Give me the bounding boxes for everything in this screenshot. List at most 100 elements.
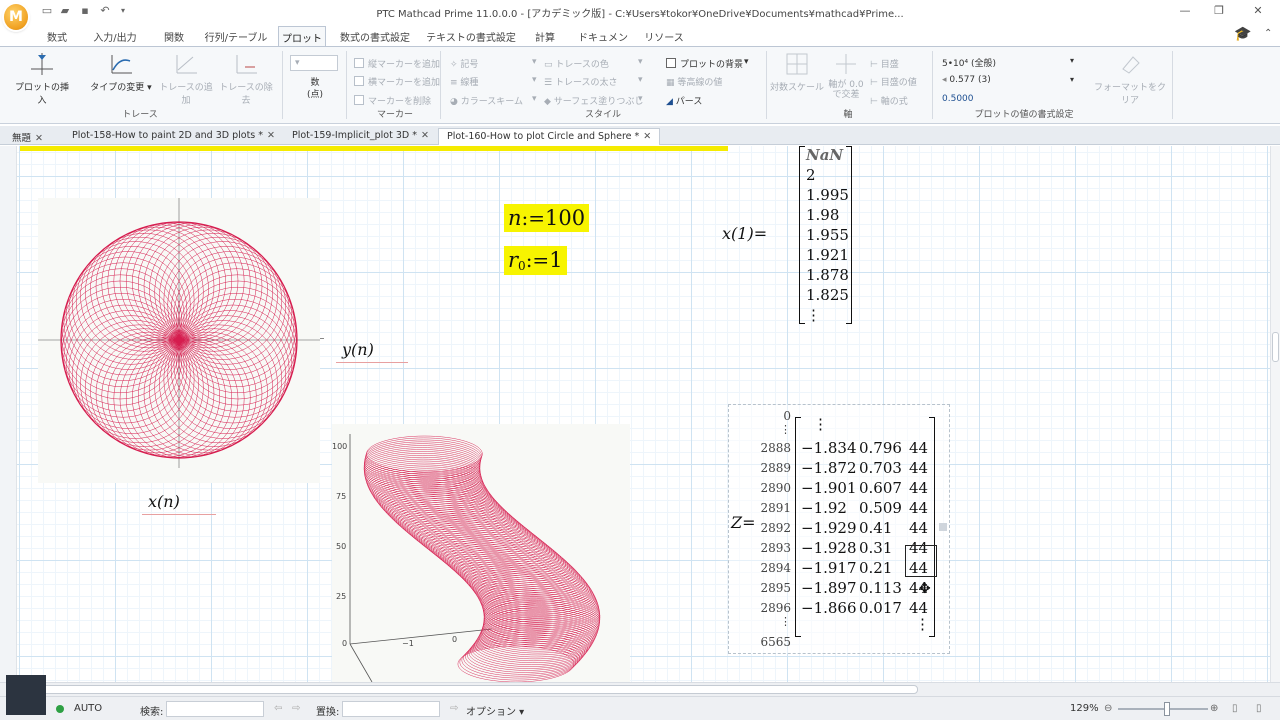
- collapse-ribbon-icon[interactable]: ⌃: [1264, 28, 1272, 39]
- surface-fill-button[interactable]: ◆ サーフェス塗りつぶし ▾: [544, 94, 644, 107]
- z-cell[interactable]: 0.703: [859, 459, 902, 477]
- ticks-button[interactable]: ⊢ 目盛: [870, 57, 899, 70]
- vertical-scrollbar[interactable]: [1270, 146, 1280, 682]
- z-result-region[interactable]: Z= 0 ⋮ ⋮ 6565 ⋮ ⋮ 2888 −1.834 0.796 44 2889−…: [728, 404, 950, 654]
- plot-2d[interactable]: [38, 198, 320, 483]
- close-tab-icon[interactable]: ✕: [35, 133, 43, 144]
- n-definition[interactable]: n:=100: [504, 204, 590, 232]
- add-horizontal-marker-button[interactable]: 横マーカーを追加: [354, 75, 440, 88]
- cross-at-zero-button[interactable]: 軸が 0.0 で交差: [828, 51, 864, 100]
- trace-thickness-button[interactable]: ☰ トレースの太さ ▾: [544, 75, 644, 88]
- r0-definition[interactable]: r0:=1: [504, 246, 567, 275]
- options-dropdown[interactable]: オプション ▾: [466, 703, 524, 718]
- x1-expression[interactable]: x(1)=: [722, 224, 767, 243]
- zoom-out-icon[interactable]: ⊖: [1104, 703, 1112, 714]
- tab-resources[interactable]: リソース: [642, 26, 686, 46]
- search-previous-icon[interactable]: ⇦: [274, 703, 282, 714]
- plot-2d-x-label[interactable]: x(n): [148, 492, 180, 511]
- tick-values-button[interactable]: ⊢ 目盛の値: [870, 75, 917, 88]
- zoom-in-icon[interactable]: ⊕: [1210, 703, 1218, 714]
- close-tab-icon[interactable]: ✕: [267, 130, 275, 141]
- tab-math-formatting[interactable]: 数式の書式設定: [336, 26, 414, 46]
- log-scale-button[interactable]: 対数スケール: [770, 51, 824, 93]
- close-tab-icon[interactable]: ✕: [421, 130, 429, 141]
- plot-2d-y-label[interactable]: y(n): [342, 340, 374, 359]
- replace-input[interactable]: [342, 701, 440, 717]
- z-cell[interactable]: −1.866: [801, 599, 857, 617]
- z-cell[interactable]: −1.897: [801, 579, 857, 597]
- tab-text-formatting[interactable]: テキストの書式設定: [424, 26, 518, 46]
- zoom-slider-thumb[interactable]: [1164, 702, 1170, 716]
- tab-input-output[interactable]: 入力/出力: [88, 26, 142, 46]
- z-cell[interactable]: −1.929: [801, 519, 857, 537]
- delete-marker-button[interactable]: マーカーを削除: [354, 94, 431, 107]
- z-cell[interactable]: −1.834: [801, 439, 857, 457]
- z-cell[interactable]: 44: [909, 519, 928, 537]
- academic-cap-icon[interactable]: 🎓: [1234, 26, 1251, 42]
- z-cell[interactable]: −1.92: [801, 499, 847, 517]
- remove-trace-button[interactable]: トレースの除去: [218, 51, 274, 106]
- axis-expression-button[interactable]: ⊢ 軸の式: [870, 94, 908, 107]
- cell-selection-box[interactable]: [905, 545, 937, 577]
- trace-color-button[interactable]: ▭ トレースの色 ▾: [544, 57, 644, 70]
- doc-tab-plot-158[interactable]: Plot-158-How to paint 2D and 3D plots * ✕: [64, 128, 283, 145]
- doc-tab-untitled[interactable]: 無題 ✕: [4, 128, 51, 145]
- replace-icon[interactable]: ⇨: [450, 703, 458, 714]
- worksheet-canvas[interactable]: y(n) x(n) n:=100 r0:=1 x(1)= NaN 2 1.995 1.…: [0, 146, 1280, 682]
- number-format-combo[interactable]: 5•10⁴ (全般) ▾: [942, 56, 1078, 69]
- z-cell[interactable]: 44: [909, 479, 928, 497]
- z-cell[interactable]: 0.796: [859, 439, 902, 457]
- tab-document[interactable]: ドキュメント: [574, 26, 632, 59]
- precision-combo[interactable]: ◂ 0.577 (3) ▾: [942, 75, 1078, 85]
- contour-values-button[interactable]: ▦ 等高線の値: [666, 75, 722, 88]
- restore-icon[interactable]: ❐: [1204, 3, 1234, 19]
- doc-tab-plot-160[interactable]: Plot-160-How to plot Circle and Sphere *…: [438, 128, 661, 145]
- search-next-icon[interactable]: ⇨: [292, 703, 300, 714]
- clear-format-button[interactable]: フォーマットをクリア: [1092, 51, 1168, 106]
- horizontal-scrollbar[interactable]: [0, 682, 1280, 696]
- horizontal-scroll-thumb[interactable]: [18, 685, 918, 694]
- z-cell[interactable]: 0.509: [859, 499, 902, 517]
- change-type-button[interactable]: タイプの変更 ▾: [90, 51, 152, 93]
- number-of-points-input[interactable]: ▾: [290, 55, 338, 71]
- tab-functions[interactable]: 関数: [154, 26, 194, 46]
- z-cell[interactable]: 0.113: [859, 579, 902, 597]
- add-trace-button[interactable]: トレースの追加: [158, 51, 214, 106]
- minimize-icon[interactable]: —: [1170, 3, 1200, 19]
- resize-handle[interactable]: [939, 523, 947, 531]
- page-view-icon[interactable]: ▯: [1232, 703, 1238, 714]
- tab-calculation[interactable]: 計算: [528, 26, 562, 46]
- z-cell[interactable]: 0.21: [859, 559, 892, 577]
- z-cell[interactable]: 0.41: [859, 519, 892, 537]
- z-cell[interactable]: 44: [909, 499, 928, 517]
- vertical-scroll-thumb[interactable]: [1272, 332, 1279, 362]
- z-cell[interactable]: 0.607: [859, 479, 902, 497]
- search-input[interactable]: [166, 701, 264, 717]
- calculation-mode[interactable]: AUTO: [74, 703, 102, 714]
- z-cell[interactable]: −1.928: [801, 539, 857, 557]
- insert-plot-button[interactable]: プロットの挿入: [12, 51, 72, 106]
- line-type-button[interactable]: ≡ 線種 ▾: [450, 75, 540, 88]
- mathcad-logo[interactable]: M: [4, 4, 28, 30]
- tab-plots[interactable]: プロット: [278, 26, 326, 46]
- draft-view-icon[interactable]: ▯: [1256, 703, 1262, 714]
- z-cell[interactable]: 0.017: [859, 599, 902, 617]
- z-cell[interactable]: −1.901: [801, 479, 857, 497]
- plot-background-button[interactable]: プロットの背景 ▾: [666, 57, 756, 70]
- zoom-slider-track[interactable]: [1118, 708, 1208, 710]
- close-tab-icon[interactable]: ✕: [643, 131, 651, 142]
- z-cell[interactable]: −1.917: [801, 559, 857, 577]
- z-cell[interactable]: 44: [909, 599, 928, 617]
- tab-math[interactable]: 数式: [38, 26, 76, 46]
- z-cell[interactable]: 0.31: [859, 539, 892, 557]
- symbol-button[interactable]: ✧ 記号 ▾: [450, 57, 540, 70]
- perspective-button[interactable]: ◢ パース: [666, 94, 702, 107]
- close-window-icon[interactable]: ✕: [1243, 3, 1273, 19]
- z-cell[interactable]: 44: [909, 439, 928, 457]
- doc-tab-plot-159[interactable]: Plot-159-Implicit_plot 3D * ✕: [284, 128, 437, 145]
- add-vertical-marker-button[interactable]: 縦マーカーを追加: [354, 57, 440, 70]
- plot-3d[interactable]: 100 75 50 25 0 −1 0: [332, 424, 630, 682]
- z-cell[interactable]: 44: [909, 459, 928, 477]
- color-scheme-button[interactable]: ◕ カラースキーム ▾: [450, 94, 540, 107]
- tab-matrices-tables[interactable]: 行列/テーブル: [204, 26, 268, 46]
